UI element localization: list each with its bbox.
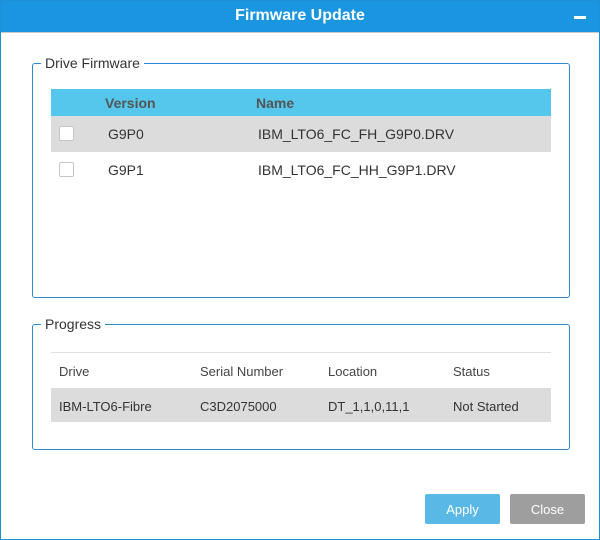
column-header-location: Location xyxy=(328,364,378,379)
title-bar: Firmware Update xyxy=(1,1,599,33)
progress-location: DT_1,1,0,11,1 xyxy=(328,399,410,414)
dialog-title: Firmware Update xyxy=(235,7,365,24)
drive-firmware-group: Drive Firmware Version Name G9P0 IBM_LTO… xyxy=(32,55,570,298)
table-row[interactable]: G9P0 IBM_LTO6_FC_FH_G9P0.DRV xyxy=(51,116,551,152)
firmware-table-header: Version Name xyxy=(51,89,551,116)
column-header-name[interactable]: Name xyxy=(256,95,294,111)
table-row[interactable]: G9P1 IBM_LTO6_FC_HH_G9P1.DRV xyxy=(51,152,551,188)
progress-drive: IBM-LTO6-Fibre xyxy=(59,399,152,414)
apply-button[interactable]: Apply xyxy=(425,494,500,524)
firmware-version: G9P0 xyxy=(108,126,144,142)
table-row[interactable]: IBM-LTO6-Fibre C3D2075000 DT_1,1,0,11,1 … xyxy=(51,388,551,422)
firmware-update-dialog: Firmware Update Drive Firmware Version N… xyxy=(0,0,600,540)
progress-status: Not Started xyxy=(453,399,519,414)
drive-firmware-legend: Drive Firmware xyxy=(45,55,140,71)
progress-legend: Progress xyxy=(45,316,102,332)
column-header-version[interactable]: Version xyxy=(105,95,156,111)
column-header-serial-number: Serial Number xyxy=(200,364,284,379)
firmware-table: Version Name G9P0 IBM_LTO6_FC_FH_G9P0.DR… xyxy=(51,89,551,188)
column-header-drive: Drive xyxy=(59,364,90,379)
firmware-name: IBM_LTO6_FC_HH_G9P1.DRV xyxy=(258,162,456,178)
progress-table-header: Drive Serial Number Location Status xyxy=(51,352,551,388)
column-header-status: Status xyxy=(453,364,490,379)
row-checkbox[interactable] xyxy=(59,126,74,141)
progress-group: Progress Drive Serial Number Location St… xyxy=(32,316,570,450)
row-checkbox[interactable] xyxy=(59,162,74,177)
progress-serial-number: C3D2075000 xyxy=(200,399,277,414)
close-button[interactable]: Close xyxy=(510,494,585,524)
minimize-icon[interactable] xyxy=(573,9,589,25)
progress-table: Drive Serial Number Location Status IBM-… xyxy=(51,352,551,422)
firmware-name: IBM_LTO6_FC_FH_G9P0.DRV xyxy=(258,126,455,142)
firmware-version: G9P1 xyxy=(108,162,144,178)
